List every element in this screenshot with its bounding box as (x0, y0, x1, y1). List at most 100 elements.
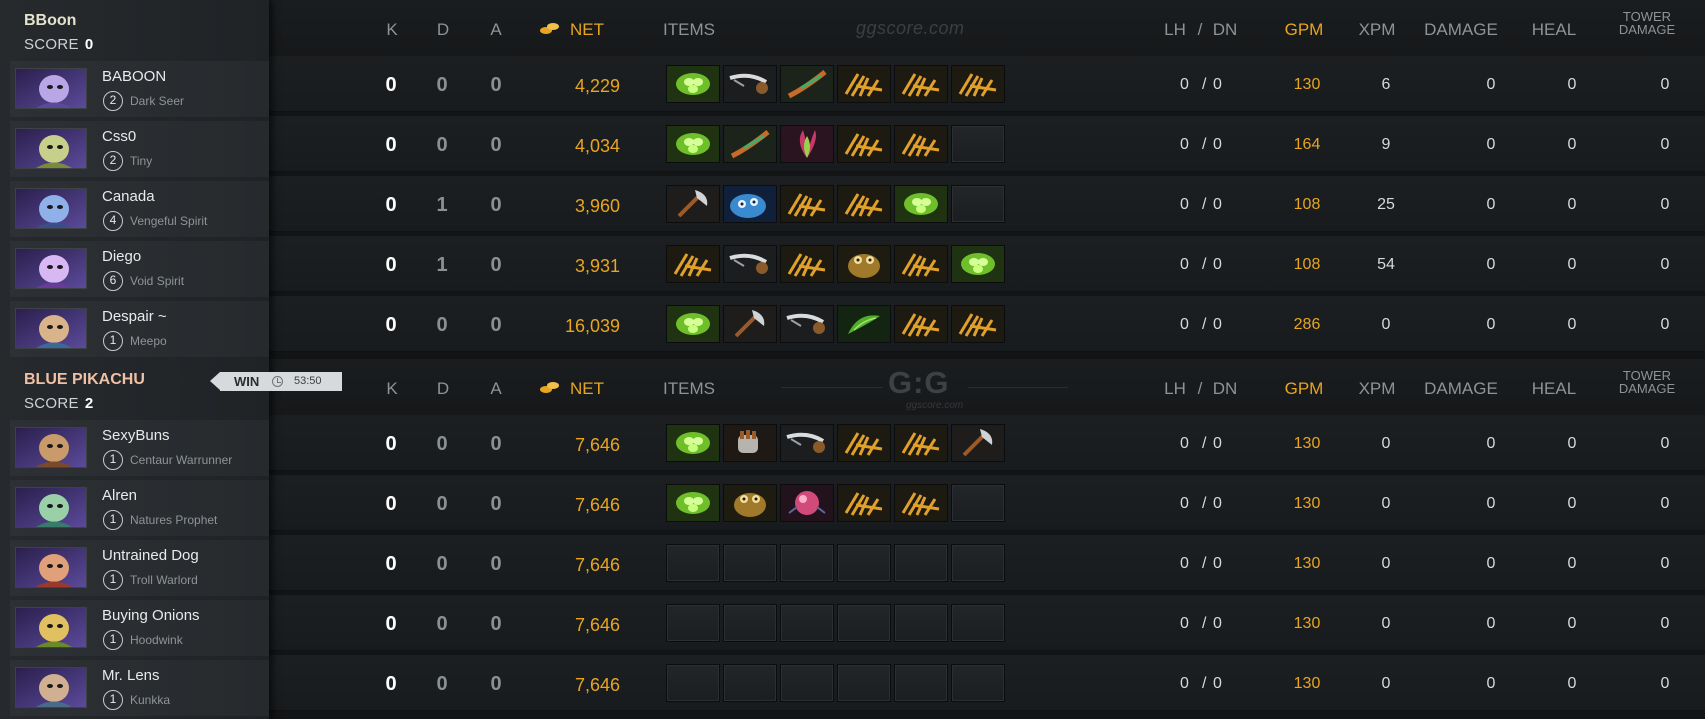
empty-item-slot[interactable] (951, 664, 1005, 702)
player-card[interactable]: SexyBuns 1 Centaur Warrunner (10, 420, 269, 476)
empty-item-slot[interactable] (780, 604, 834, 642)
hook-item-icon[interactable] (723, 65, 777, 103)
empty-item-slot[interactable] (837, 544, 891, 582)
player-name[interactable]: Mr. Lens (102, 667, 160, 684)
herb-item-icon[interactable] (837, 305, 891, 343)
plant-item-icon[interactable] (780, 125, 834, 163)
assists-value: 0 (490, 314, 502, 336)
empty-item-slot[interactable] (666, 664, 720, 702)
table-row[interactable]: 0 0 0 4,229 0 / 0 130 6 0 0 0 (269, 56, 1705, 112)
player-name[interactable]: BABOON (102, 68, 166, 85)
empty-item-slot[interactable] (723, 664, 777, 702)
player-card[interactable]: Untrained Dog 1 Troll Warlord (10, 540, 269, 596)
table-row[interactable]: 0 1 0 3,960 0 / 0 108 25 0 0 0 (269, 176, 1705, 232)
hero-portrait (15, 248, 87, 289)
empty-item-slot[interactable] (666, 544, 720, 582)
orb-item-icon[interactable] (780, 484, 834, 522)
player-card[interactable]: Mr. Lens 1 Kunkka (10, 660, 269, 716)
table-row[interactable]: 0 0 0 4,034 0 / 0 164 9 0 0 0 (269, 116, 1705, 172)
player-name[interactable]: Css0 (102, 128, 136, 145)
player-name[interactable]: Canada (102, 188, 155, 205)
empty-item-slot[interactable] (780, 544, 834, 582)
empty-item-slot[interactable] (723, 604, 777, 642)
axe-item-icon[interactable] (666, 185, 720, 223)
player-name[interactable]: Diego (102, 248, 141, 265)
leaf-item-icon[interactable] (666, 125, 720, 163)
deaths-value: 0 (436, 134, 448, 156)
empty-item-slot[interactable] (951, 604, 1005, 642)
col-xpm: XPM (1358, 379, 1396, 398)
hook-item-icon[interactable] (723, 245, 777, 283)
gloves-item-icon[interactable] (894, 484, 948, 522)
empty-item-slot[interactable] (951, 544, 1005, 582)
hook-item-icon[interactable] (780, 424, 834, 462)
lhdn-separator: / (1202, 256, 1207, 273)
player-name[interactable]: Despair ~ (102, 308, 167, 325)
player-card[interactable]: Despair ~ 1 Meepo (10, 301, 269, 357)
empty-item-slot[interactable] (894, 544, 948, 582)
gloves-item-icon[interactable] (837, 185, 891, 223)
player-name[interactable]: Buying Onions (102, 607, 200, 624)
net-worth-value: 4,034 (574, 136, 620, 156)
table-row[interactable]: 0 0 0 7,646 0 / 0 130 0 0 0 0 (269, 415, 1705, 471)
gloves-item-icon[interactable] (951, 65, 1005, 103)
empty-item-slot[interactable] (837, 604, 891, 642)
gloves-item-icon[interactable] (894, 305, 948, 343)
player-card[interactable]: Canada 4 Vengeful Spirit (10, 181, 269, 237)
leaf-item-icon[interactable] (894, 185, 948, 223)
empty-item-slot[interactable] (894, 664, 948, 702)
gloves-item-icon[interactable] (894, 65, 948, 103)
gloves-item-icon[interactable] (837, 125, 891, 163)
player-card[interactable]: BABOON 2 Dark Seer (10, 61, 269, 117)
empty-item-slot[interactable] (951, 185, 1005, 223)
player-card[interactable]: Diego 6 Void Spirit (10, 241, 269, 297)
gloves-item-icon[interactable] (780, 245, 834, 283)
lhdn-separator: / (1202, 495, 1207, 512)
gloves-item-icon[interactable] (951, 305, 1005, 343)
empty-item-slot[interactable] (951, 484, 1005, 522)
deaths-value: 1 (436, 194, 448, 216)
frog-item-icon[interactable] (723, 484, 777, 522)
gloves-item-icon[interactable] (837, 484, 891, 522)
leaf-item-icon[interactable] (666, 65, 720, 103)
branch-item-icon[interactable] (723, 125, 777, 163)
gloves-item-icon[interactable] (894, 424, 948, 462)
empty-item-slot[interactable] (951, 125, 1005, 163)
gloves-item-icon[interactable] (837, 424, 891, 462)
hook-item-icon[interactable] (780, 305, 834, 343)
gloves-item-icon[interactable] (894, 125, 948, 163)
empty-item-slot[interactable] (780, 664, 834, 702)
table-row[interactable]: 0 0 0 7,646 0 / 0 130 0 0 0 0 (269, 475, 1705, 531)
empty-item-slot[interactable] (666, 604, 720, 642)
gloves-item-icon[interactable] (837, 65, 891, 103)
empty-item-slot[interactable] (723, 544, 777, 582)
empty-item-slot[interactable] (837, 664, 891, 702)
axe-item-icon[interactable] (951, 424, 1005, 462)
leaf-item-icon[interactable] (951, 245, 1005, 283)
player-name[interactable]: Alren (102, 487, 137, 504)
leaf-item-icon[interactable] (666, 484, 720, 522)
frog-item-icon[interactable] (837, 245, 891, 283)
gloves-item-icon[interactable] (666, 245, 720, 283)
table-row[interactable]: 0 0 0 7,646 0 / 0 130 0 0 0 0 (269, 595, 1705, 651)
table-row[interactable]: 0 0 0 7,646 0 / 0 130 0 0 0 0 (269, 535, 1705, 591)
table-row[interactable]: 0 1 0 3,931 0 / 0 108 54 0 0 0 (269, 236, 1705, 292)
creature-item-icon[interactable] (723, 185, 777, 223)
leaf-item-icon[interactable] (666, 424, 720, 462)
gauntlet-item-icon[interactable] (723, 424, 777, 462)
gloves-item-icon[interactable] (780, 185, 834, 223)
empty-item-slot[interactable] (894, 604, 948, 642)
leaf-item-icon[interactable] (666, 305, 720, 343)
player-name[interactable]: SexyBuns (102, 427, 170, 444)
gloves-item-icon[interactable] (894, 245, 948, 283)
table-row[interactable]: 0 0 0 16,039 0 / 0 286 0 0 0 0 (269, 296, 1705, 352)
player-name[interactable]: Untrained Dog (102, 547, 199, 564)
player-card[interactable]: Buying Onions 1 Hoodwink (10, 600, 269, 656)
table-row[interactable]: 0 0 0 7,646 0 / 0 130 0 0 0 0 (269, 655, 1705, 711)
player-card[interactable]: Alren 1 Natures Prophet (10, 480, 269, 536)
denies-value: 0 (1213, 435, 1222, 452)
player-card[interactable]: Css0 2 Tiny (10, 121, 269, 177)
branch-item-icon[interactable] (780, 65, 834, 103)
level-badge: 2 (103, 151, 123, 171)
axe-item-icon[interactable] (723, 305, 777, 343)
